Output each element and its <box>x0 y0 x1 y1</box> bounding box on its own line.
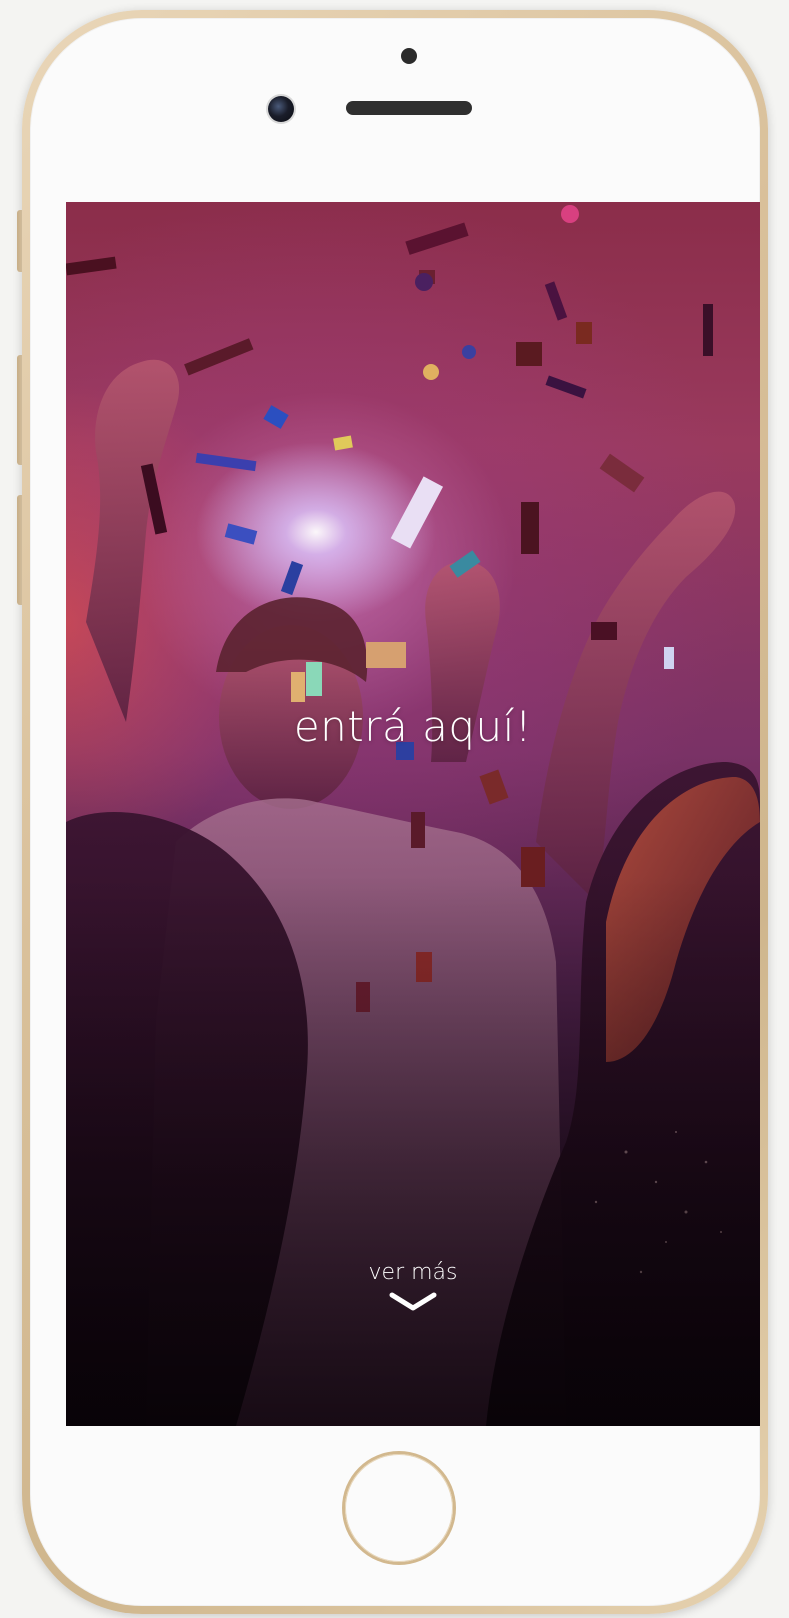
see-more-label: ver más <box>368 1260 458 1285</box>
see-more-button[interactable]: ver más <box>66 1260 760 1319</box>
earpiece-speaker <box>346 101 472 115</box>
proximity-sensor <box>401 48 417 64</box>
home-button[interactable] <box>345 1454 453 1562</box>
phone-screen: entrá aquí! ver más <box>66 202 760 1426</box>
hero-headline: entrá aquí! <box>293 702 533 751</box>
bottom-shade <box>66 202 760 1426</box>
mockup-stage: entrá aquí! ver más <box>0 0 789 1618</box>
front-camera-icon <box>268 96 294 122</box>
chevron-down-icon <box>388 1291 438 1319</box>
